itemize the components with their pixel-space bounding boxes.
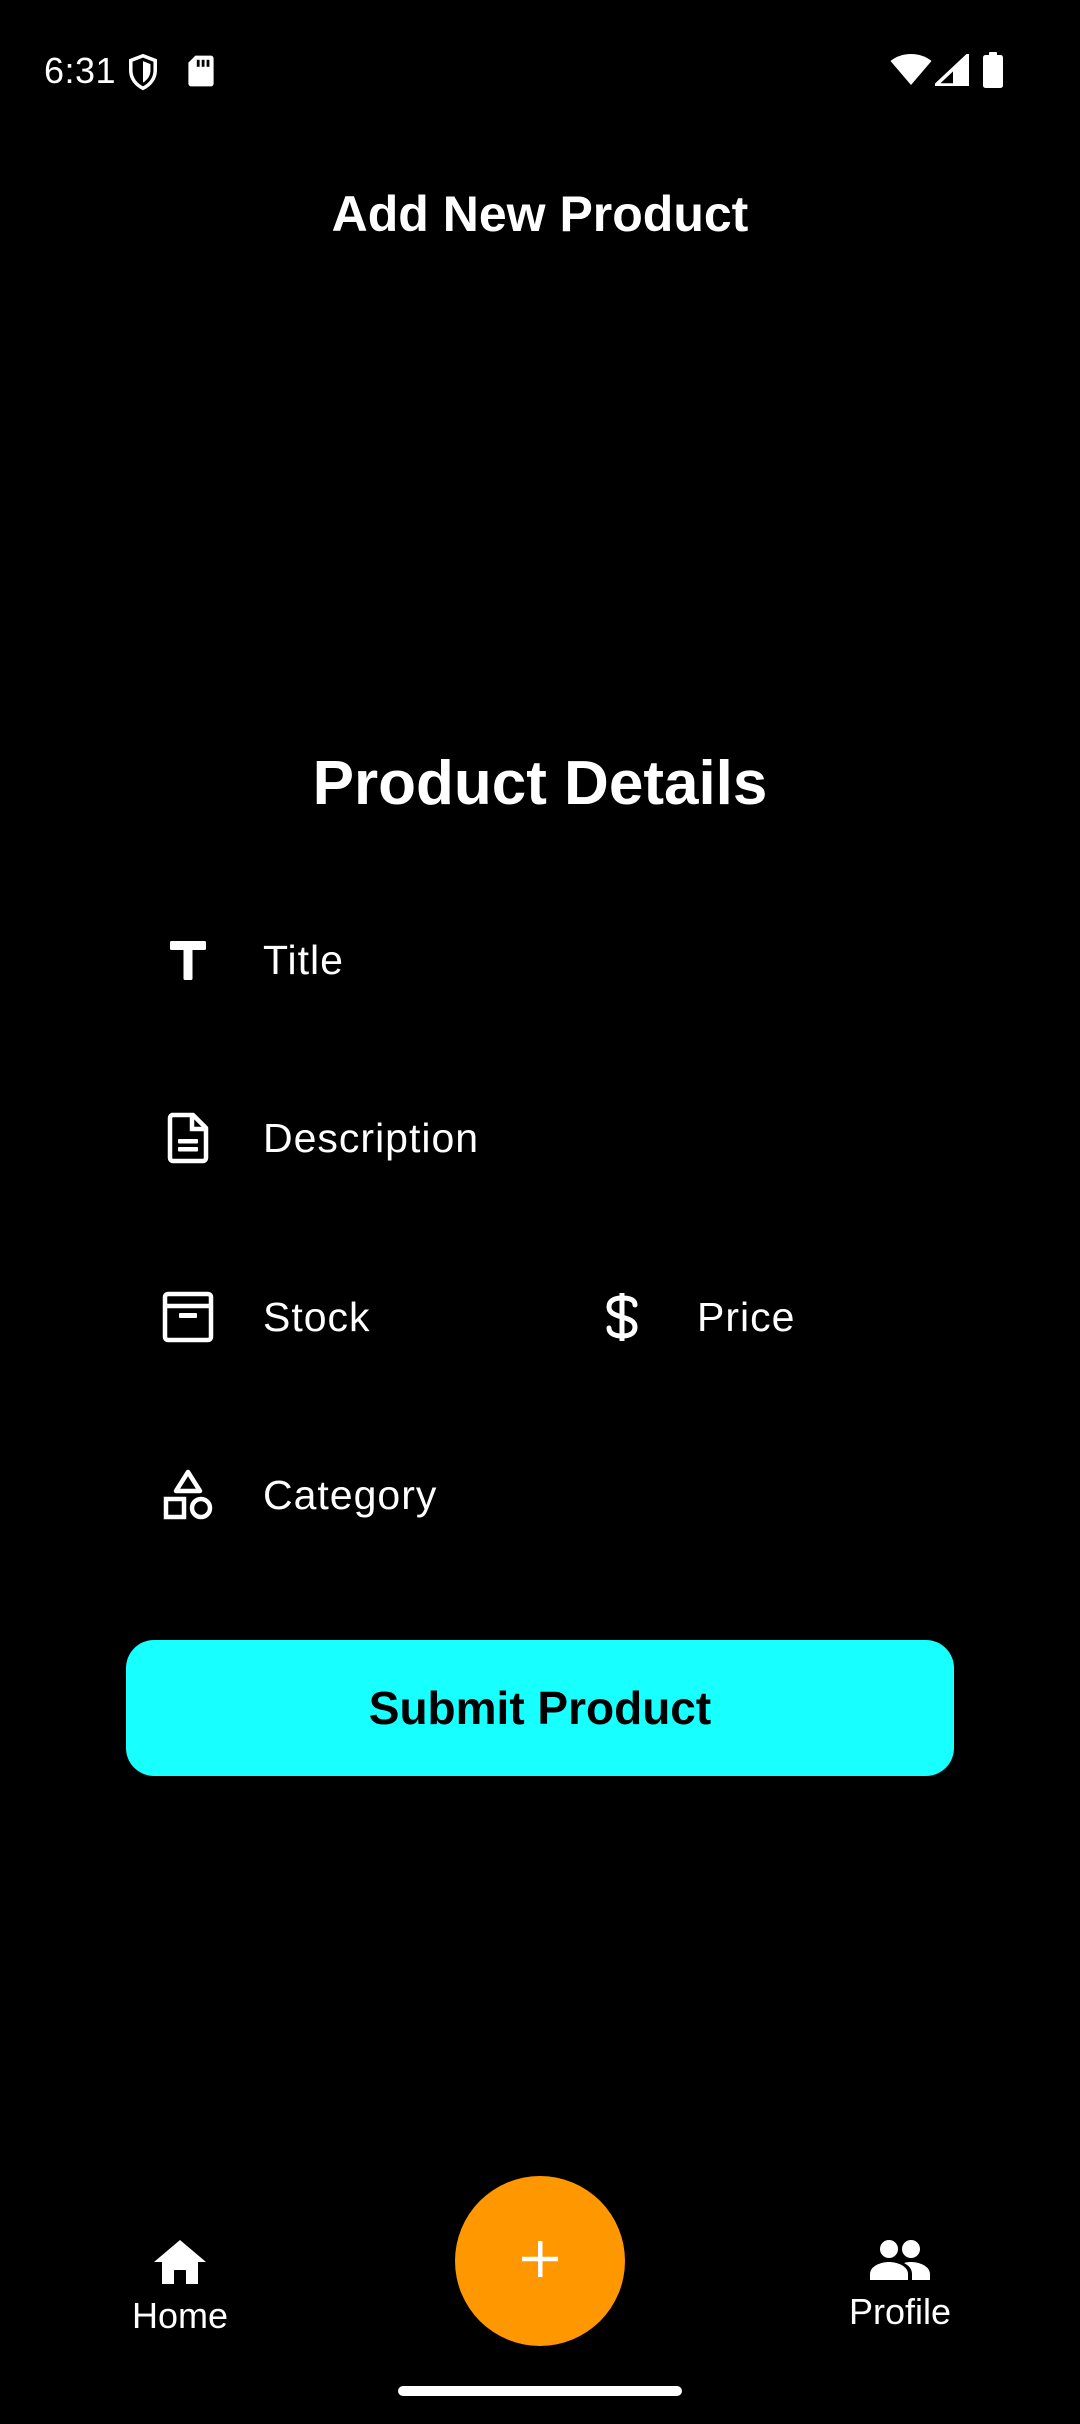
nav-profile[interactable]: Profile (800, 2238, 1000, 2333)
home-indicator[interactable] (398, 2386, 682, 2396)
add-fab-button[interactable] (455, 2176, 625, 2346)
nav-home-label: Home (131, 2295, 229, 2336)
price-field-label: Price (697, 1293, 796, 1340)
battery-icon (982, 52, 1004, 93)
title-field-label: Title (263, 936, 344, 983)
section-title: Product Details (312, 749, 768, 818)
home-icon (152, 2238, 208, 2291)
page-title: Add New Product (331, 186, 749, 242)
title-field[interactable]: Title (0, 905, 1080, 1015)
plus-icon (520, 2239, 560, 2284)
category-field[interactable]: Category (0, 1440, 1080, 1550)
category-field-label: Category (263, 1471, 438, 1518)
sd-card-icon (187, 54, 215, 93)
document-icon (161, 1111, 215, 1165)
status-time: 6:31 (44, 50, 117, 91)
people-icon (869, 2238, 931, 2287)
text-t-icon (161, 933, 215, 987)
description-field-label: Description (263, 1114, 480, 1161)
shapes-icon (161, 1468, 215, 1522)
status-bar: 6:31 (0, 0, 1080, 140)
signal-icon (934, 53, 970, 91)
archive-box-icon (161, 1290, 215, 1344)
stock-field-label: Stock (263, 1293, 371, 1340)
description-field[interactable]: Description (0, 1083, 1080, 1193)
nav-home[interactable]: Home (80, 2238, 280, 2337)
dollar-icon (595, 1290, 649, 1344)
submit-product-button[interactable]: Submit Product (126, 1640, 954, 1776)
shield-icon (126, 53, 160, 96)
nav-profile-label: Profile (848, 2291, 952, 2332)
wifi-icon (890, 54, 932, 91)
price-field[interactable]: Price (434, 1262, 974, 1372)
